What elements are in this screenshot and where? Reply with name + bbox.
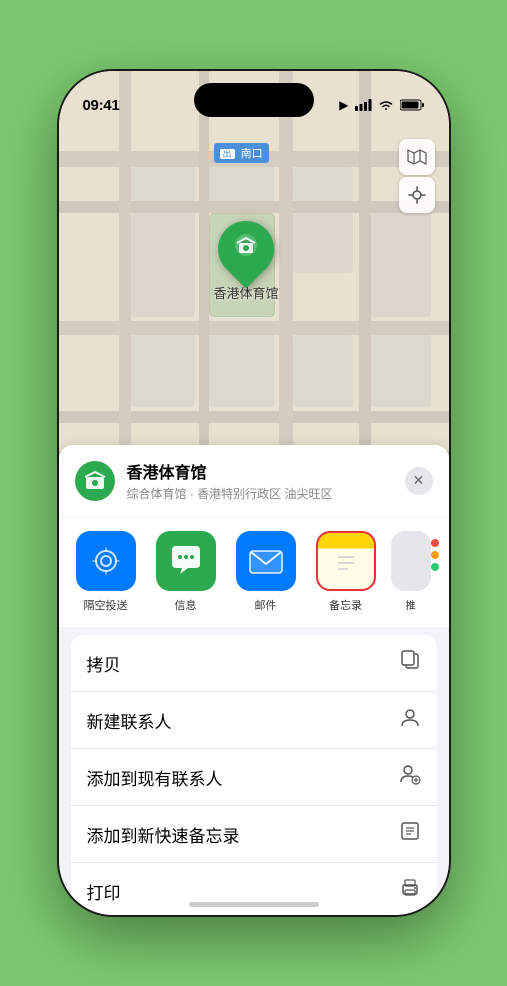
add-note-icon <box>399 820 421 848</box>
venue-card: 香港体育馆 综合体育馆 · 香港特别行政区 油尖旺区 ✕ <box>59 445 449 516</box>
print-icon <box>399 877 421 905</box>
venue-pin[interactable]: 香港体育馆 <box>214 221 279 302</box>
battery-icon <box>400 99 425 111</box>
phone-frame: 09:41 ▶ <box>59 71 449 915</box>
action-add-existing-label: 添加到现有联系人 <box>87 765 223 790</box>
bottom-sheet: 香港体育馆 综合体育馆 · 香港特别行政区 油尖旺区 ✕ 隔 <box>59 445 449 915</box>
more-icon <box>391 531 431 591</box>
notes-label: 备忘录 <box>329 597 362 613</box>
copy-icon <box>399 649 421 677</box>
messages-label: 信息 <box>175 597 197 613</box>
airdrop-icon <box>76 531 136 591</box>
map-controls <box>399 139 435 213</box>
pin-circle <box>206 209 285 288</box>
mail-icon <box>236 531 296 591</box>
share-item-notes[interactable]: 备忘录 <box>311 531 381 613</box>
map-type-button[interactable] <box>399 139 435 175</box>
action-new-contact[interactable]: 新建联系人 <box>71 692 437 749</box>
venue-subtitle: 综合体育馆 · 香港特别行政区 油尖旺区 <box>127 485 393 502</box>
action-copy-label: 拷贝 <box>87 651 121 676</box>
share-row: 隔空投送 信息 <box>59 517 449 627</box>
share-item-messages[interactable]: 信息 <box>151 531 221 613</box>
share-item-mail[interactable]: 邮件 <box>231 531 301 613</box>
location-button[interactable] <box>399 177 435 213</box>
wifi-icon <box>378 99 394 111</box>
action-print[interactable]: 打印 <box>71 863 437 915</box>
more-label: 推 <box>406 597 416 612</box>
status-icons: ▶ <box>339 98 424 112</box>
dynamic-island <box>194 83 314 117</box>
action-print-label: 打印 <box>87 879 121 904</box>
mail-label: 邮件 <box>255 597 277 613</box>
venue-name: 香港体育馆 <box>127 459 393 483</box>
share-item-airdrop[interactable]: 隔空投送 <box>71 531 141 613</box>
action-add-note-label: 添加到新快速备忘录 <box>87 822 240 847</box>
pin-inner <box>232 232 260 266</box>
map-label: 出 南口 <box>214 143 269 163</box>
venue-info: 香港体育馆 综合体育馆 · 香港特别行政区 油尖旺区 <box>127 459 393 502</box>
share-item-more[interactable]: 推 <box>391 531 431 613</box>
location-icon: ▶ <box>339 98 348 112</box>
status-time: 09:41 <box>83 97 120 114</box>
airdrop-label: 隔空投送 <box>84 597 128 613</box>
venue-icon <box>75 461 115 501</box>
phone-screen: 09:41 ▶ <box>59 71 449 915</box>
messages-icon <box>156 531 216 591</box>
signal-bars-icon <box>355 99 372 111</box>
action-add-existing[interactable]: 添加到现有联系人 <box>71 749 437 806</box>
venue-close-button[interactable]: ✕ <box>405 467 433 495</box>
action-copy[interactable]: 拷贝 <box>71 635 437 692</box>
new-contact-icon <box>399 706 421 734</box>
home-indicator <box>189 902 319 907</box>
action-add-note[interactable]: 添加到新快速备忘录 <box>71 806 437 863</box>
action-new-contact-label: 新建联系人 <box>87 708 172 733</box>
notes-icon <box>316 531 376 591</box>
action-list: 拷贝 新建联系人 <box>71 635 437 915</box>
add-existing-icon <box>399 763 421 791</box>
map-area: 出 南口 <box>59 71 449 491</box>
